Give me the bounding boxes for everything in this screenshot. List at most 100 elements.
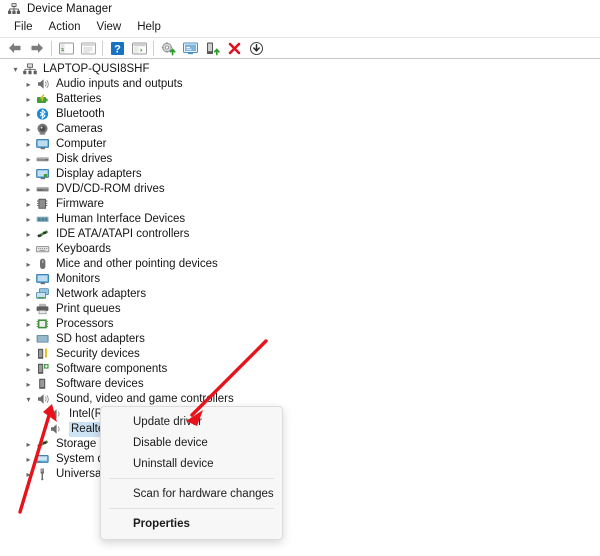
- chevron-right-icon[interactable]: ▸: [22, 92, 35, 107]
- title-bar: Device Manager: [0, 0, 600, 18]
- system-device-icon: [35, 452, 51, 467]
- software-device-icon: [35, 377, 51, 392]
- tree-item-system-devices[interactable]: ▸ System devices: [0, 452, 600, 467]
- chevron-right-icon[interactable]: ▸: [22, 452, 35, 467]
- tree-item-network-adapters[interactable]: ▸ Network adapters: [0, 287, 600, 302]
- chevron-down-icon[interactable]: ▾: [22, 392, 35, 407]
- chevron-right-icon[interactable]: ▸: [22, 287, 35, 302]
- chevron-right-icon[interactable]: ▸: [22, 377, 35, 392]
- tree-item-label: Audio inputs and outputs: [56, 78, 183, 90]
- window-title: Device Manager: [27, 3, 113, 15]
- monitor-icon: [35, 272, 51, 287]
- tree-item-keyboards[interactable]: ▸ Keyboards: [0, 242, 600, 257]
- context-menu-item-disable-device[interactable]: Disable device: [101, 432, 282, 453]
- tree-item-batteries[interactable]: ▸ Batteries: [0, 92, 600, 107]
- tree-item-label: Cameras: [56, 123, 103, 135]
- disable-device-button[interactable]: [201, 38, 223, 58]
- menu-bar: File Action View Help: [0, 18, 600, 37]
- tree-item-label: Computer: [56, 138, 107, 150]
- download-button[interactable]: [245, 38, 267, 58]
- context-menu[interactable]: Update driver Disable device Uninstall d…: [100, 406, 283, 540]
- tree-item-mice-and-other-pointing-devices[interactable]: ▸ Mice and other pointing devices: [0, 257, 600, 272]
- tree-item-audio-inputs-and-outputs[interactable]: ▸ Audio inputs and outputs: [0, 77, 600, 92]
- chevron-right-icon[interactable]: ▸: [22, 137, 35, 152]
- show-hide-console-tree-button[interactable]: [55, 38, 77, 58]
- chevron-right-icon[interactable]: ▸: [22, 317, 35, 332]
- tree-item-sd-host-adapters[interactable]: ▸ SD host adapters: [0, 332, 600, 347]
- back-button[interactable]: [4, 38, 26, 58]
- chevron-right-icon[interactable]: ▸: [22, 167, 35, 182]
- chevron-right-icon[interactable]: ▸: [22, 182, 35, 197]
- tree-item-storage-controllers[interactable]: ▸ Storage controllers: [0, 437, 600, 452]
- tree-item-cameras[interactable]: ▸ Cameras: [0, 122, 600, 137]
- hid-icon: [35, 212, 51, 227]
- update-driver-button[interactable]: [157, 38, 179, 58]
- chevron-right-icon[interactable]: ▸: [22, 152, 35, 167]
- tree-item-label: Disk drives: [56, 153, 113, 165]
- chevron-right-icon[interactable]: ▸: [22, 242, 35, 257]
- uninstall-device-button[interactable]: [223, 38, 245, 58]
- tree-item-computer[interactable]: ▸ Computer: [0, 137, 600, 152]
- chevron-right-icon[interactable]: ▸: [22, 347, 35, 362]
- context-menu-item-update-driver[interactable]: Update driver: [101, 411, 282, 432]
- context-menu-separator: [109, 508, 274, 509]
- chevron-right-icon[interactable]: ▸: [22, 272, 35, 287]
- tree-item-ide-ata-atapi-controllers[interactable]: ▸ IDE ATA/ATAPI controllers: [0, 227, 600, 242]
- tree-item-intel-display-audio[interactable]: Intel(R) Display Audio: [0, 407, 600, 422]
- tree-item-security-devices[interactable]: ▸ Security devices: [0, 347, 600, 362]
- chevron-right-icon[interactable]: ▸: [22, 122, 35, 137]
- tree-item-label: Software components: [56, 363, 168, 375]
- chevron-right-icon[interactable]: ▸: [22, 332, 35, 347]
- tree-item-universal-serial-bus-controllers[interactable]: ▸ Universal Serial Bus controllers: [0, 467, 600, 482]
- scan-hardware-changes-button[interactable]: [179, 38, 201, 58]
- help-button[interactable]: ?: [106, 38, 128, 58]
- chevron-right-icon[interactable]: ▸: [22, 77, 35, 92]
- menu-view[interactable]: View: [89, 20, 130, 35]
- chevron-right-icon[interactable]: ▸: [22, 362, 35, 377]
- tree-item-label: Human Interface Devices: [56, 213, 186, 225]
- chevron-right-icon[interactable]: ▸: [22, 107, 35, 122]
- tree-item-disk-drives[interactable]: ▸ Disk drives: [0, 152, 600, 167]
- show-hide-action-pane-button[interactable]: [128, 38, 150, 58]
- context-menu-item-scan-for-hardware-changes[interactable]: Scan for hardware changes: [101, 483, 282, 504]
- tree-item-dvd-cdrom-drives[interactable]: ▸ DVD/CD-ROM drives: [0, 182, 600, 197]
- tree-item-firmware[interactable]: ▸ Firmware: [0, 197, 600, 212]
- tree-item-sound-video-and-game-controllers[interactable]: ▾ Sound, video and game controllers: [0, 392, 600, 407]
- chevron-right-icon[interactable]: ▸: [22, 302, 35, 317]
- usb-icon: [35, 467, 51, 482]
- tree-item-label: Software devices: [56, 378, 144, 390]
- menu-help[interactable]: Help: [129, 20, 169, 35]
- keyboard-icon: [35, 242, 51, 257]
- chevron-right-icon[interactable]: ▸: [22, 212, 35, 227]
- menu-action[interactable]: Action: [41, 20, 89, 35]
- forward-button[interactable]: [26, 38, 48, 58]
- tree-item-print-queues[interactable]: ▸ Print queues: [0, 302, 600, 317]
- properties-window-button[interactable]: [77, 38, 99, 58]
- context-menu-item-properties[interactable]: Properties: [101, 513, 282, 534]
- tree-item-realtek-audio[interactable]: Realtek(R) Audio: [0, 422, 600, 437]
- tree-item-display-adapters[interactable]: ▸ Display adapters: [0, 167, 600, 182]
- chevron-right-icon[interactable]: ▸: [22, 467, 35, 482]
- toolbar: ?: [0, 37, 600, 59]
- tree-item-processors[interactable]: ▸ Processors: [0, 317, 600, 332]
- chevron-right-icon[interactable]: ▸: [22, 437, 35, 452]
- tree-item-software-components[interactable]: ▸ Software components: [0, 362, 600, 377]
- printer-icon: [35, 302, 51, 317]
- chevron-right-icon[interactable]: ▸: [22, 227, 35, 242]
- chevron-right-icon[interactable]: ▸: [22, 257, 35, 272]
- tree-root-item[interactable]: ▾ LAPTOP-QUSI8SHF: [0, 62, 600, 77]
- chevron-down-icon[interactable]: ▾: [9, 62, 22, 77]
- tree-item-label: Keyboards: [56, 243, 111, 255]
- device-tree[interactable]: ▾ LAPTOP-QUSI8SHF ▸ Audio inputs and out…: [0, 60, 600, 556]
- tree-item-software-devices[interactable]: ▸ Software devices: [0, 377, 600, 392]
- tree-item-label: Bluetooth: [56, 108, 105, 120]
- context-menu-item-uninstall-device[interactable]: Uninstall device: [101, 453, 282, 474]
- dvd-drive-icon: [35, 182, 51, 197]
- chevron-right-icon[interactable]: ▸: [22, 197, 35, 212]
- tree-item-bluetooth[interactable]: ▸ Bluetooth: [0, 107, 600, 122]
- tree-item-monitors[interactable]: ▸ Monitors: [0, 272, 600, 287]
- tree-item-label: Print queues: [56, 303, 121, 315]
- tree-item-human-interface-devices[interactable]: ▸ Human Interface Devices: [0, 212, 600, 227]
- speaker-icon: [48, 422, 64, 437]
- menu-file[interactable]: File: [6, 20, 41, 35]
